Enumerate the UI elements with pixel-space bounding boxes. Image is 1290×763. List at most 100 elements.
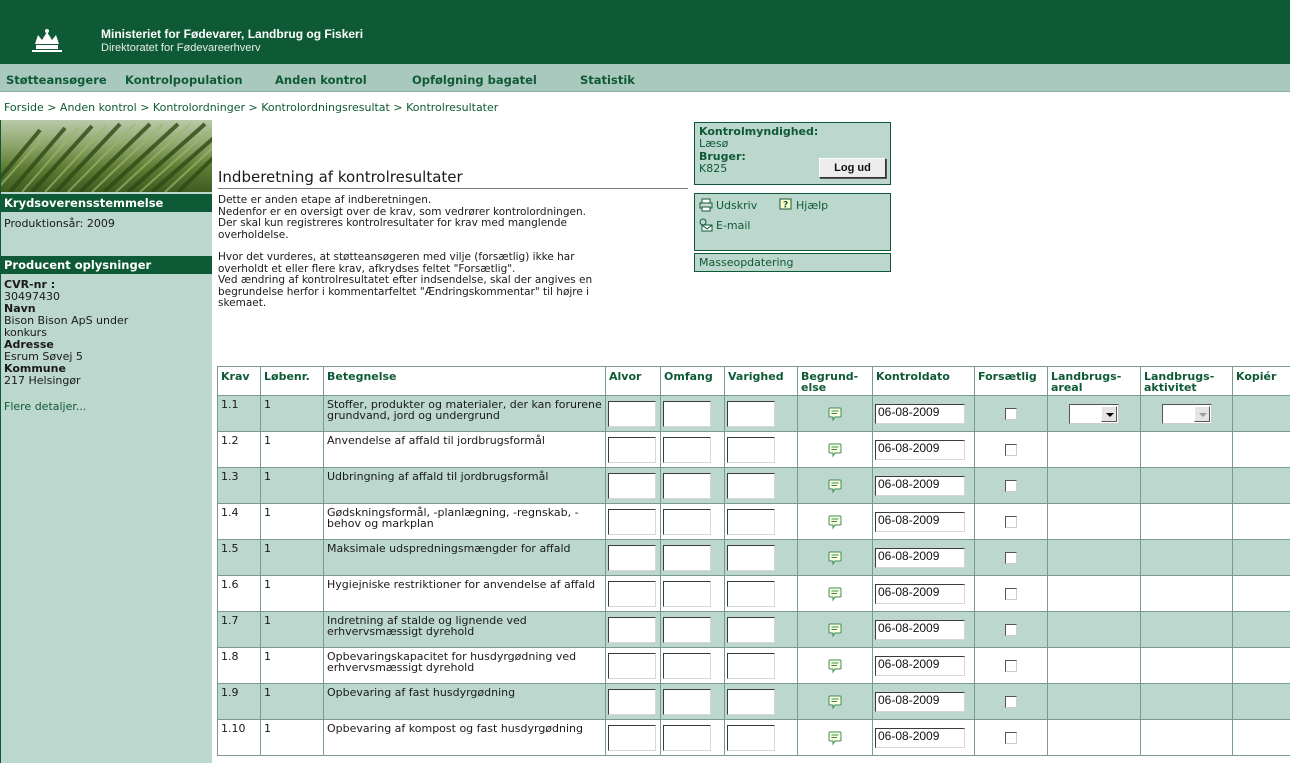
varighed-input[interactable] xyxy=(727,509,775,535)
kontroldato-input[interactable]: 06-08-2009 xyxy=(875,728,965,748)
forsaetlig-checkbox[interactable] xyxy=(1005,660,1017,672)
kontroldato-input[interactable]: 06-08-2009 xyxy=(875,548,965,568)
cell-omfang xyxy=(660,539,725,576)
help-link[interactable]: ? Hjælp xyxy=(779,198,828,212)
forsaetlig-checkbox[interactable] xyxy=(1005,516,1017,528)
logout-button[interactable]: Log ud xyxy=(819,158,886,178)
comment-icon[interactable] xyxy=(827,550,843,566)
omfang-input[interactable] xyxy=(663,653,711,679)
alvor-input[interactable] xyxy=(608,581,656,607)
omfang-input[interactable] xyxy=(663,473,711,499)
alvor-input[interactable] xyxy=(608,437,656,463)
varighed-input[interactable] xyxy=(727,401,775,427)
print-label[interactable]: Udskriv xyxy=(716,199,757,212)
tools-box: Udskriv ? Hjælp E-mail xyxy=(694,193,891,251)
alvor-input[interactable] xyxy=(608,401,656,427)
nav-anden-kontrol[interactable]: Anden kontrol xyxy=(275,73,367,87)
alvor-input[interactable] xyxy=(608,617,656,643)
cell-landbrugsareal xyxy=(1047,683,1141,720)
varighed-input[interactable] xyxy=(727,545,775,571)
chevron-down-icon[interactable] xyxy=(1101,406,1117,422)
varighed-input[interactable] xyxy=(727,617,775,643)
alvor-input[interactable] xyxy=(608,653,656,679)
breadcrumb[interactable]: Forside > Anden kontrol > Kontrolordning… xyxy=(4,101,498,114)
mass-update-link[interactable]: Masseopdatering xyxy=(699,256,794,269)
forsaetlig-checkbox[interactable] xyxy=(1005,696,1017,708)
col-header-lobenr: Løbenr. xyxy=(260,366,324,396)
comment-icon[interactable] xyxy=(827,622,843,638)
cell-kontroldato: 06-08-2009 xyxy=(872,575,975,612)
cell-kontroldato: 06-08-2009 xyxy=(872,719,975,756)
varighed-input[interactable] xyxy=(727,437,775,463)
comment-icon[interactable] xyxy=(827,514,843,530)
comment-icon[interactable] xyxy=(827,478,843,494)
cell-lobenr: 1 xyxy=(260,647,324,684)
cell-alvor xyxy=(605,467,661,504)
forsaetlig-checkbox[interactable] xyxy=(1005,408,1017,420)
print-link[interactable]: Udskriv xyxy=(699,198,757,212)
comment-icon[interactable] xyxy=(827,694,843,710)
kontroldato-input[interactable]: 06-08-2009 xyxy=(875,404,965,424)
kontroldato-input[interactable]: 06-08-2009 xyxy=(875,692,965,712)
varighed-input[interactable] xyxy=(727,473,775,499)
mass-update-box: Masseopdatering xyxy=(694,253,891,272)
alvor-input[interactable] xyxy=(608,509,656,535)
forsaetlig-checkbox[interactable] xyxy=(1005,444,1017,456)
comment-icon[interactable] xyxy=(827,658,843,674)
cell-forsaetlig xyxy=(974,647,1048,684)
comment-icon[interactable] xyxy=(827,730,843,746)
forsaetlig-checkbox[interactable] xyxy=(1005,624,1017,636)
cell-forsaetlig xyxy=(974,611,1048,648)
nav-opfolgning-bagatel[interactable]: Opfølgning bagatel xyxy=(412,73,537,87)
omfang-input[interactable] xyxy=(663,689,711,715)
cell-forsaetlig xyxy=(974,575,1048,612)
ministry-name: Ministeriet for Fødevarer, Landbrug og F… xyxy=(101,27,364,41)
forsaetlig-checkbox[interactable] xyxy=(1005,588,1017,600)
landbrugsaktivitet-select[interactable] xyxy=(1161,404,1212,424)
nav-stotteansogere[interactable]: Støtteansøgere xyxy=(6,73,107,87)
varighed-input[interactable] xyxy=(727,725,775,751)
varighed-input[interactable] xyxy=(727,653,775,679)
intro-line: Nedenfor er en oversigt over de krav, so… xyxy=(218,205,586,218)
cell-kopier xyxy=(1232,431,1290,468)
email-link[interactable]: E-mail xyxy=(699,218,751,232)
omfang-input[interactable] xyxy=(663,725,711,751)
varighed-input[interactable] xyxy=(727,689,775,715)
cell-begrundelse xyxy=(797,719,873,756)
forsaetlig-checkbox[interactable] xyxy=(1005,732,1017,744)
col-header-landbrugsareal: Landbrugs-areal xyxy=(1047,366,1141,396)
kontroldato-input[interactable]: 06-08-2009 xyxy=(875,440,965,460)
alvor-input[interactable] xyxy=(608,725,656,751)
omfang-input[interactable] xyxy=(663,437,711,463)
cell-landbrugsareal xyxy=(1047,611,1141,648)
kontroldato-input[interactable]: 06-08-2009 xyxy=(875,476,965,496)
forsaetlig-checkbox[interactable] xyxy=(1005,480,1017,492)
omfang-input[interactable] xyxy=(663,581,711,607)
landbrugsareal-select[interactable] xyxy=(1069,404,1119,424)
cell-landbrugsaktivitet xyxy=(1140,539,1233,576)
kontroldato-input[interactable]: 06-08-2009 xyxy=(875,620,965,640)
varighed-input[interactable] xyxy=(727,581,775,607)
forsaetlig-checkbox[interactable] xyxy=(1005,552,1017,564)
omfang-input[interactable] xyxy=(663,545,711,571)
kontroldato-input[interactable]: 06-08-2009 xyxy=(875,584,965,604)
kontroldato-input[interactable]: 06-08-2009 xyxy=(875,656,965,676)
omfang-input[interactable] xyxy=(663,401,711,427)
kontroldato-input[interactable]: 06-08-2009 xyxy=(875,512,965,532)
intro-line: Der skal kun registreres kontrolresultat… xyxy=(218,217,567,229)
chevron-down-icon[interactable] xyxy=(1193,406,1210,422)
email-label[interactable]: E-mail xyxy=(716,219,751,232)
more-details-link[interactable]: Flere detaljer... xyxy=(4,400,86,413)
alvor-input[interactable] xyxy=(608,545,656,571)
cell-krav: 1.2 xyxy=(217,431,261,468)
comment-icon[interactable] xyxy=(827,586,843,602)
comment-icon[interactable] xyxy=(827,442,843,458)
comment-icon[interactable] xyxy=(827,406,843,422)
help-label[interactable]: Hjælp xyxy=(796,199,828,212)
alvor-input[interactable] xyxy=(608,689,656,715)
omfang-input[interactable] xyxy=(663,617,711,643)
omfang-input[interactable] xyxy=(663,509,711,535)
nav-statistik[interactable]: Statistik xyxy=(580,73,635,87)
nav-kontrolpopulation[interactable]: Kontrolpopulation xyxy=(125,73,243,87)
alvor-input[interactable] xyxy=(608,473,656,499)
